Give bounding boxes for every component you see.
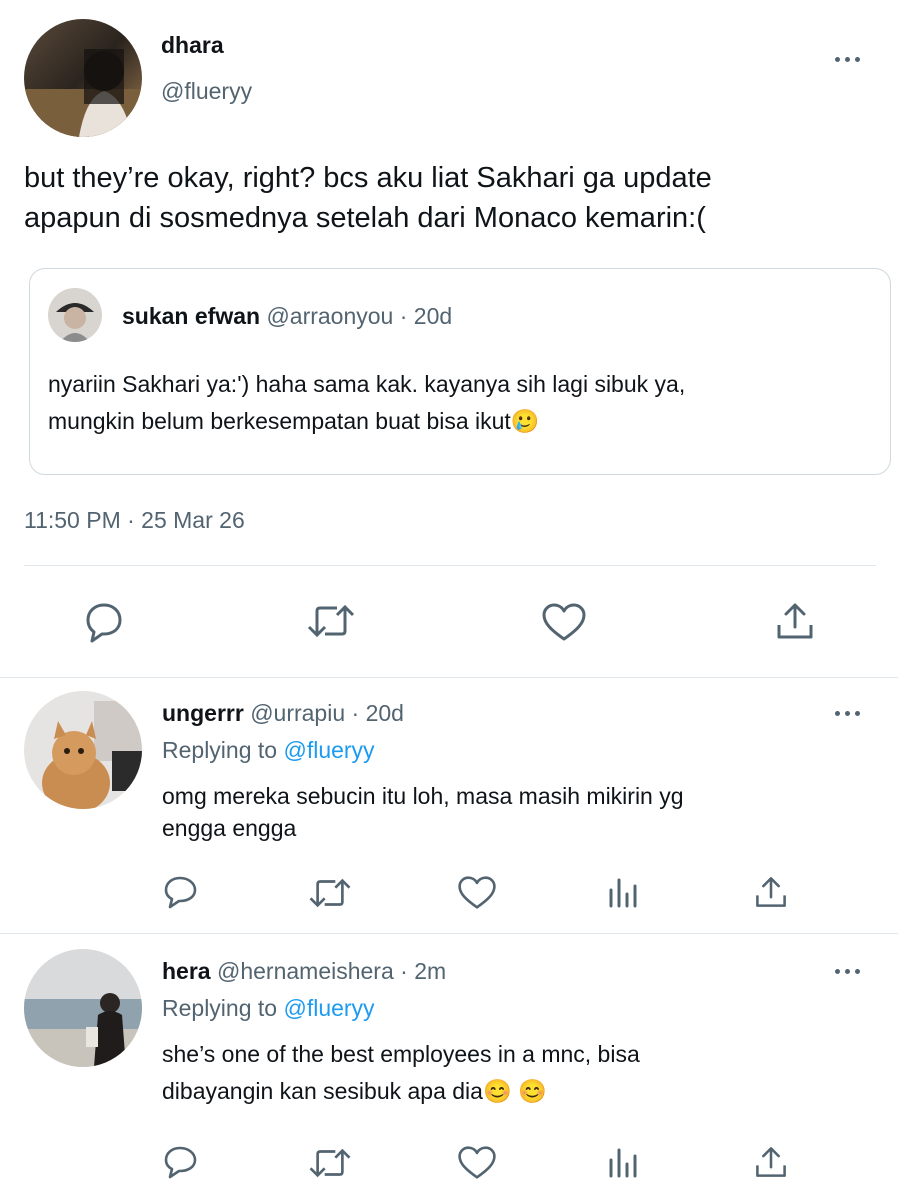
reply-text-line2: engga engga [162,815,297,841]
quoted-header: sukan efwan @arraonyou · 20d [122,303,452,330]
quoted-text-line2: mungkin belum berkesempatan buat bisa ik… [48,408,511,434]
reply-icon[interactable] [162,874,200,910]
divider [0,933,898,934]
retweet-icon[interactable] [305,603,357,639]
main-tweet-text-line2: apapun di sosmednya setelah dari Monaco … [24,202,706,234]
replying-to: Replying to @flueryy [162,995,375,1022]
views-icon[interactable] [606,876,640,908]
quoted-time: · 20d [399,303,453,329]
reply-text-line1: omg mereka sebucin itu loh, masa masih m… [162,783,684,809]
retweet-icon[interactable] [307,877,353,909]
like-icon[interactable] [457,1145,497,1180]
reply-author-name[interactable]: hera [162,958,211,984]
quoted-author-avatar [48,288,102,342]
share-icon[interactable] [775,601,815,641]
quoted-author-handle[interactable]: @arraonyou [266,303,393,329]
reply-author-handle[interactable]: @hernameishera [217,958,394,984]
reply-text-line2: dibayangin kan sesibuk apa dia [162,1078,483,1104]
replying-to: Replying to @flueryy [162,737,375,764]
main-author-name[interactable]: dhara [161,32,224,59]
reply-time: · 20d [351,700,404,726]
reply-time: · 2m [400,958,447,984]
reply-header: ungerrr @urrapiu · 20d [162,700,404,727]
replying-to-handle[interactable]: @flueryy [283,737,374,763]
reply-author-avatar[interactable] [24,949,142,1067]
share-icon[interactable] [754,875,788,909]
reply-author-name[interactable]: ungerrr [162,700,244,726]
more-options-icon[interactable] [835,706,865,720]
quoted-text-line1: nyariin Sakhari ya:') haha sama kak. kay… [48,371,686,397]
smiling-tear-emoji: 🥲 [510,408,540,434]
smiling-emoji: 😊 😊 [482,1078,547,1104]
reply-author-handle[interactable]: @urrapiu [250,700,345,726]
main-author-handle[interactable]: @flueryy [161,78,252,105]
replying-to-label: Replying to [162,737,278,763]
divider [24,565,876,566]
reply-author-avatar[interactable] [24,691,142,809]
more-options-icon[interactable] [835,964,865,978]
views-icon[interactable] [606,1146,640,1178]
like-icon[interactable] [457,875,497,910]
main-tweet-text-line1: but they’re okay, right? bcs aku liat Sa… [24,162,712,194]
replying-to-handle[interactable]: @flueryy [283,995,374,1021]
reply-icon[interactable] [82,601,126,643]
reply-icon[interactable] [162,1144,200,1180]
reply-text-line1: she’s one of the best employees in a mnc… [162,1041,640,1067]
reply-header: hera @hernameishera · 2m [162,958,446,985]
like-icon[interactable] [541,602,587,642]
reply-text-line2-wrap: dibayangin kan sesibuk apa dia😊 😊 [162,1078,547,1105]
replying-to-label: Replying to [162,995,278,1021]
main-author-avatar[interactable] [24,19,142,137]
retweet-icon[interactable] [307,1147,353,1179]
share-icon[interactable] [754,1145,788,1179]
more-options-icon[interactable] [835,52,865,66]
quoted-author-name[interactable]: sukan efwan [122,303,260,329]
main-timestamp[interactable]: 11:50 PM · 25 Mar 26 [24,507,245,534]
divider [0,677,898,678]
quoted-text-line2-wrap: mungkin belum berkesempatan buat bisa ik… [48,408,539,435]
